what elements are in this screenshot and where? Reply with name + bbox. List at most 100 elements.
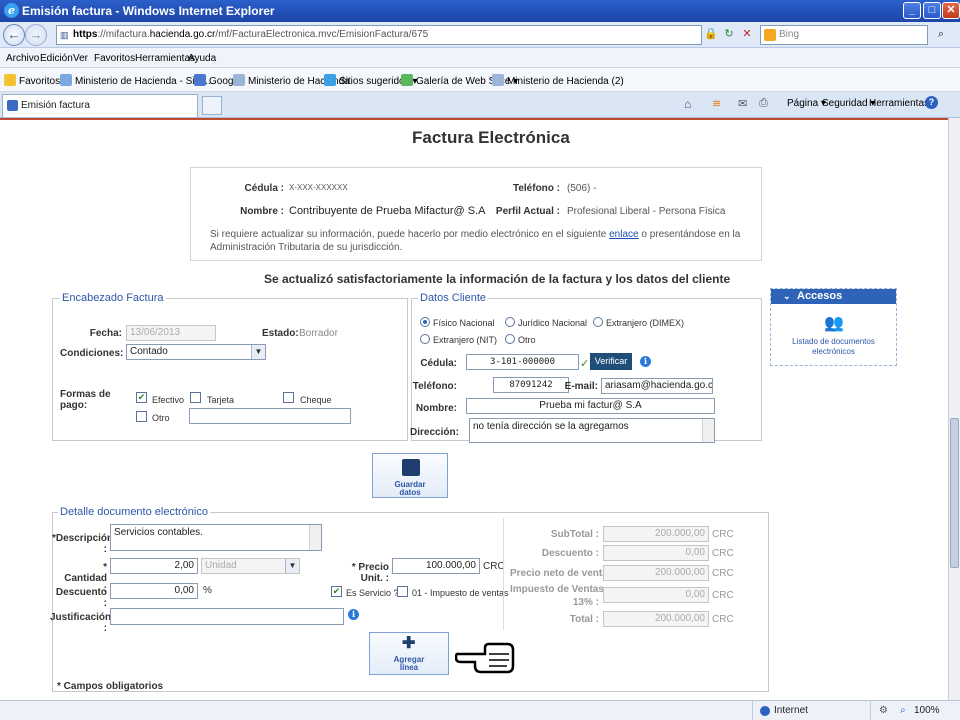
zoom-level[interactable]: 100% [914,705,940,716]
condiciones-select[interactable]: Contado ▼ [126,344,266,360]
fav-item-hacienda-2[interactable]: Ministerio de Hacienda (2) [492,74,624,87]
protected-mode-icon[interactable]: ⚙ [879,705,888,716]
textarea-scrollbar[interactable] [309,525,321,550]
cliente-telefono-input[interactable]: 87091242 [493,377,569,393]
precio-input[interactable]: 100.000,00 [392,558,480,574]
total-label: Total : [569,614,599,625]
cantidad-input[interactable]: 2,00 [110,558,198,574]
extranjero-nit-radio[interactable] [420,334,430,344]
cheque-checkbox[interactable] [283,392,294,403]
tab-emision-factura[interactable]: Emisión factura [2,94,198,117]
precio-neto-input[interactable]: 200.000,00 [603,565,709,581]
search-icon[interactable]: ⌕ [934,27,948,41]
descuento-input[interactable]: 0,00 [110,583,198,599]
total-input[interactable]: 200.000,00 [603,611,709,627]
telefono-value: (506) - [567,183,597,194]
listado-documentos-link[interactable]: Listado de documentos electrónicos [771,337,896,357]
fav-item-hacienda-sist[interactable]: Ministerio de Hacienda - Sist... [60,74,211,87]
menu-favoritos[interactable]: Favoritos [94,53,135,64]
total-currency: CRC [712,614,734,625]
justificacion-label: Justificación : [50,612,112,634]
menu-ver[interactable]: Ver [73,53,88,64]
read-mail-icon[interactable]: ✉ [738,97,747,110]
otro-checkbox[interactable] [136,411,147,422]
scrollbar-thumb[interactable] [950,418,959,568]
favorites-button[interactable]: Favoritos [4,74,60,87]
tarjeta-label: Tarjeta [207,395,235,405]
es-servicio-checkbox[interactable]: ✔ [331,586,342,597]
otro-input[interactable] [189,408,351,424]
help-icon[interactable]: ? [925,96,938,109]
back-button[interactable]: ← [3,24,25,46]
note-text-1: Si requiere actualizar su información, p… [210,229,610,240]
menu-archivo[interactable]: Archivo [6,53,39,64]
info-icon[interactable]: i [348,609,359,620]
search-input[interactable]: Bing [760,25,928,45]
direccion-input[interactable]: no tenía dirección se la agregamos [469,418,715,443]
justificacion-input[interactable] [110,608,344,625]
impuesto-currency: CRC [712,590,734,601]
fecha-input[interactable]: 13/06/2013 [126,325,216,341]
descuento-currency: CRC [712,548,734,559]
page-menu[interactable]: Página ▾ [787,98,826,109]
email-input[interactable]: ariasam@hacienda.go.cr [601,378,713,394]
cliente-nombre-input[interactable]: Prueba mi factur@ S.A [466,398,715,414]
site-icon: ▥ [60,30,69,40]
url-prefix: ://mifactura. [97,29,150,40]
cedula-label: Cédula : [244,183,284,194]
descuento-total-label: Descuento : [541,548,599,559]
minimize-button[interactable]: _ [903,2,921,19]
estado-label: Estado: [262,328,299,339]
juridico-radio[interactable] [505,317,515,327]
new-tab-button[interactable] [202,96,222,115]
address-bar[interactable]: ▥ https://mifactura.hacienda.go.cr/mf/Fa… [56,25,702,45]
cliente-cedula-input[interactable]: 3-101-000000 [466,354,579,370]
info-icon[interactable]: i [640,356,651,367]
lock-icon[interactable]: 🔒 [704,27,718,41]
subtotal-label: SubTotal : [550,529,599,540]
accesos-title: Accesos [797,290,843,302]
menu-ayuda[interactable]: Ayuda [188,53,216,64]
extranjero-dimex-label: Extranjero (DIMEX) [606,318,685,328]
subtotal-input[interactable]: 200.000,00 [603,526,709,542]
textarea-scrollbar[interactable] [702,419,714,442]
stop-icon[interactable]: ✕ [740,27,754,41]
close-window-button[interactable]: ✕ [942,2,960,19]
email-label: E-mail: [564,381,598,392]
feeds-icon[interactable]: ≋ [712,97,721,110]
impuesto-ventas-label-1: Impuesto de Ventas [510,584,604,595]
precio-neto-currency: CRC [712,568,734,579]
update-note: Si requiere actualizar su información, p… [210,228,750,254]
efectivo-checkbox[interactable]: ✔ [136,392,147,403]
fisico-radio[interactable] [420,317,430,327]
zoom-icon[interactable]: ⌕ [900,705,906,716]
forward-button[interactable]: → [25,24,47,46]
status-separator [870,701,871,720]
extranjero-nit-label: Extranjero (NIT) [433,335,498,345]
enlace-link[interactable]: enlace [609,229,638,240]
tarjeta-checkbox[interactable] [190,392,201,403]
page-title: Factura Electrónica [412,128,570,147]
menu-edicion[interactable]: Edición [40,53,73,64]
descripcion-input[interactable]: Servicios contables. [110,524,322,551]
agregar-linea-button[interactable]: ✚ Agregar línea [369,632,449,675]
print-icon[interactable]: ⎙ [759,97,768,110]
cheque-label: Cheque [300,395,332,405]
verificar-button[interactable]: Verificar [590,353,632,370]
guardar-datos-button[interactable]: Guardar datos [372,453,448,498]
site-icon [492,74,504,86]
descuento-total-input[interactable]: 0,00 [603,545,709,561]
menu-herramientas[interactable]: Herramientas [135,53,195,64]
globe-icon [760,706,770,716]
impuesto-checkbox[interactable] [397,586,408,597]
safety-menu[interactable]: Seguridad ▾ [822,98,875,109]
otro-radio[interactable] [505,334,515,344]
bing-icon [764,29,776,41]
vertical-scrollbar[interactable] [948,118,960,700]
home-icon[interactable]: ⌂ [684,97,691,111]
unidad-select[interactable]: Unidad ▼ [201,558,300,574]
refresh-icon[interactable]: ↻ [722,27,736,41]
maximize-button[interactable]: □ [923,2,941,19]
impuesto-ventas-input[interactable]: 0,00 [603,587,709,603]
extranjero-dimex-radio[interactable] [593,317,603,327]
